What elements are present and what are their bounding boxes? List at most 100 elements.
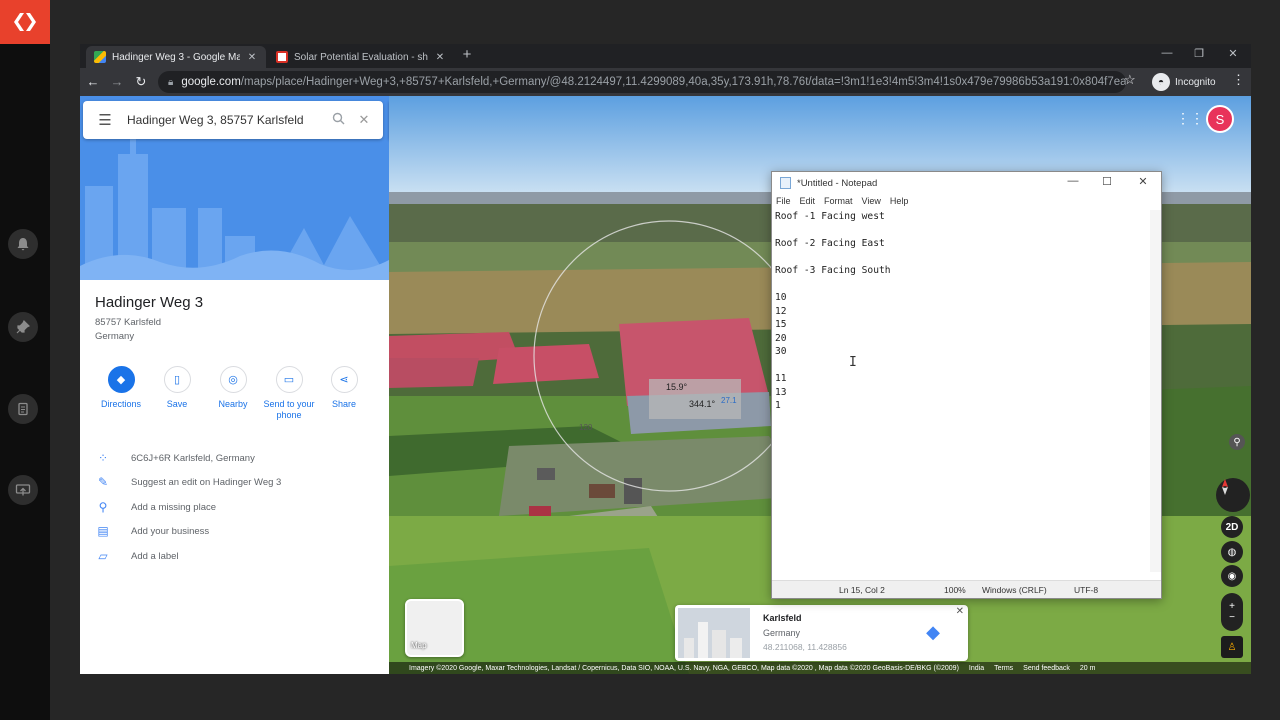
location-pin-icon[interactable]: ⚲: [1229, 434, 1245, 450]
notepad-window: *Untitled - Notepad — ☐ ✕ File Edit Form…: [771, 171, 1162, 599]
menu-icon[interactable]: ☰: [83, 111, 127, 129]
search-input[interactable]: Hadinger Weg 3, 85757 Karlsfeld: [127, 113, 325, 127]
notepad-statusbar: Ln 15, Col 2 100% Windows (CRLF) UTF-8: [772, 580, 1161, 598]
screen-share-icon[interactable]: [8, 475, 38, 505]
zoom-out-icon[interactable]: −: [1229, 612, 1235, 623]
search-icon[interactable]: [325, 112, 351, 128]
measure-length-b: 120: [579, 423, 593, 432]
add-missing-place-row[interactable]: ⚲ Add a missing place: [80, 496, 389, 518]
directions-icon[interactable]: ◆: [921, 622, 945, 644]
forward-icon[interactable]: →: [107, 72, 127, 92]
meeting-sidebar: [0, 0, 50, 720]
footer-terms-link[interactable]: Terms: [994, 665, 1013, 672]
label-icon: ▱: [98, 549, 108, 563]
minimize-window-button[interactable]: —: [1152, 47, 1182, 59]
map-footer: Imagery ©2020 Google, Maxar Technologies…: [389, 662, 1251, 674]
menu-file[interactable]: File: [776, 196, 791, 210]
vertical-scrollbar[interactable]: [1150, 210, 1161, 572]
zoom-in-icon[interactable]: +: [1229, 601, 1235, 612]
lock-icon: 🔒︎: [168, 76, 174, 88]
zoom-controls: + −: [1221, 593, 1243, 631]
bookmark-icon: ▯: [163, 366, 191, 393]
measure-length-a: 27.1: [721, 396, 737, 405]
globe-icon[interactable]: ◍: [1221, 541, 1243, 563]
add-place-icon: ⚲: [98, 500, 108, 514]
location-thumbnail: [678, 608, 750, 658]
pencil-icon: ✎: [97, 475, 109, 489]
gmail-favicon-icon: [276, 51, 288, 63]
business-icon: ▤: [97, 524, 109, 538]
info-card-title: Karlsfeld: [763, 613, 802, 623]
menu-format[interactable]: Format: [824, 196, 853, 210]
close-tab-icon[interactable]: ✕: [434, 52, 446, 63]
tab-strip: Hadinger Weg 3 - Google Maps ✕ Solar Pot…: [80, 44, 1251, 68]
share-button[interactable]: ⋖ Share: [309, 366, 379, 410]
menu-view[interactable]: View: [862, 196, 881, 210]
pin-icon[interactable]: [8, 312, 38, 342]
bell-icon[interactable]: [8, 229, 38, 259]
line-ending: Windows (CRLF): [982, 585, 1047, 595]
share-icon: ⋖: [330, 366, 358, 393]
document-icon[interactable]: [8, 394, 38, 424]
notepad-menubar: File Edit Format View Help: [772, 196, 1161, 210]
menu-edit[interactable]: Edit: [800, 196, 816, 210]
bookmark-star-icon[interactable]: ☆: [1124, 72, 1136, 88]
back-icon[interactable]: ←: [83, 72, 103, 92]
incognito-icon: ◓: [1152, 73, 1170, 91]
add-business-row[interactable]: ▤ Add your business: [80, 520, 389, 542]
notepad-titlebar[interactable]: *Untitled - Notepad — ☐ ✕: [772, 172, 1161, 194]
close-button[interactable]: ✕: [1128, 175, 1158, 188]
directions-icon: ◆: [107, 366, 135, 393]
maximize-window-button[interactable]: ❐: [1184, 47, 1214, 60]
nearby-icon: ◎: [219, 366, 247, 393]
close-tab-icon[interactable]: ✕: [246, 52, 258, 63]
close-window-button[interactable]: ✕: [1218, 47, 1248, 60]
menu-help[interactable]: Help: [890, 196, 909, 210]
tab-solar-potential[interactable]: Solar Potential Evaluation - shalu ✕: [268, 46, 454, 68]
screen: Hadinger Weg 3 - Google Maps ✕ Solar Pot…: [0, 0, 1280, 720]
notepad-icon: [780, 177, 791, 189]
browser-menu-icon[interactable]: ⋮: [1232, 72, 1245, 88]
encoding: UTF-8: [1074, 585, 1099, 595]
cursor-position: Ln 15, Col 2: [839, 585, 885, 595]
place-title: Hadinger Weg 3: [95, 294, 204, 311]
footer-feedback-link[interactable]: Send feedback: [1023, 665, 1070, 672]
plus-code-icon: ⁘: [97, 451, 109, 465]
info-card-coordinates: 48.211068, 11.428856: [763, 642, 847, 652]
map-scale: 20 m: [1079, 664, 1096, 672]
place-actions: ◆ Directions ▯ Save ◎ Nearby ▭ Send to y…: [80, 366, 389, 436]
place-address: 85757 Karlsfeld: [95, 317, 162, 328]
place-panel: ☰ Hadinger Weg 3, 85757 Karlsfeld ✕ Hadi…: [80, 96, 389, 674]
info-card-country: Germany: [763, 628, 801, 638]
new-tab-button[interactable]: +: [458, 46, 476, 66]
measure-angle-b: 344.1°: [689, 399, 716, 409]
account-avatar[interactable]: S: [1206, 105, 1234, 133]
plus-code-row[interactable]: ⁘ 6C6J+6R Karlsfeld, Germany: [80, 447, 389, 469]
view-2d-button[interactable]: 2D: [1221, 516, 1243, 538]
footer-country-link[interactable]: India: [969, 665, 984, 672]
place-country: Germany: [95, 331, 135, 342]
reload-icon[interactable]: ↻: [131, 72, 151, 92]
maximize-button[interactable]: ☐: [1092, 175, 1122, 188]
clear-search-icon[interactable]: ✕: [351, 112, 377, 128]
measure-angle-a: 15.9°: [666, 382, 688, 392]
compass-icon[interactable]: [1216, 478, 1250, 512]
add-label-row[interactable]: ▱ Add a label: [80, 545, 389, 567]
pegman-icon[interactable]: ♙: [1221, 636, 1243, 658]
map-layer-toggle[interactable]: Map: [405, 599, 464, 657]
incognito-profile[interactable]: ◓ Incognito: [1152, 71, 1216, 93]
my-location-icon[interactable]: ◉: [1221, 565, 1243, 587]
location-info-card[interactable]: Karlsfeld Germany 48.211068, 11.428856 ◆…: [675, 605, 968, 661]
zoom-level: 100%: [944, 585, 966, 595]
close-icon[interactable]: ✕: [956, 606, 964, 617]
minimize-button[interactable]: —: [1058, 175, 1088, 187]
tab-google-maps[interactable]: Hadinger Weg 3 - Google Maps ✕: [86, 46, 266, 68]
app-logo-icon[interactable]: [0, 0, 50, 44]
search-box[interactable]: ☰ Hadinger Weg 3, 85757 Karlsfeld ✕: [83, 101, 383, 139]
google-maps-favicon-icon: [94, 51, 106, 63]
address-bar[interactable]: 🔒︎ google.com/maps/place/Hadinger+Weg+3,…: [158, 71, 1126, 93]
browser-toolbar: ← → ↻ 🔒︎ google.com/maps/place/Hadinger+…: [80, 68, 1251, 96]
notepad-text-area[interactable]: Roof -1 Facing west Roof -2 Facing East …: [775, 210, 1149, 572]
suggest-edit-row[interactable]: ✎ Suggest an edit on Hadinger Weg 3: [80, 471, 389, 493]
text-cursor-icon: I: [849, 355, 857, 370]
